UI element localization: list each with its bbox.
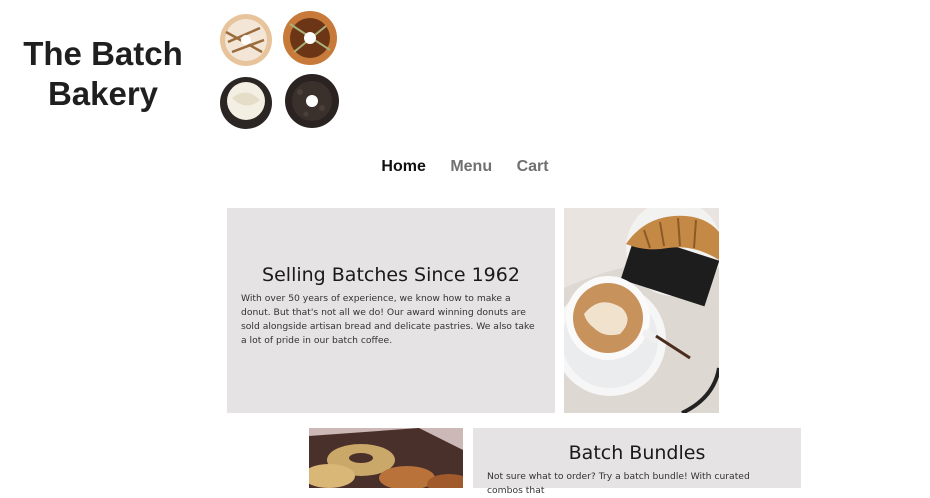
bundles-heading: Batch Bundles [568, 442, 706, 464]
brand-title: The Batch Bakery [23, 35, 183, 112]
coffee-croissant-photo [564, 208, 719, 413]
history-heading: Selling Batches Since 1962 [262, 264, 520, 286]
donuts-logo-image [220, 11, 339, 129]
donut-box-photo [309, 428, 463, 488]
nav-menu-link[interactable]: Menu [450, 158, 492, 176]
history-section: Selling Batches Since 1962 With over 50 … [227, 208, 555, 413]
donut-cream-icon [220, 77, 272, 129]
main-nav: Home Menu Cart [0, 158, 930, 176]
bundles-section: Batch Bundles Not sure what to order? Tr… [473, 428, 801, 496]
history-body: With over 50 years of experience, we kno… [241, 293, 535, 346]
nav-cart-link[interactable]: Cart [517, 158, 549, 176]
nav-home-link[interactable]: Home [381, 158, 425, 176]
donut-dark-crumb-icon [285, 74, 339, 128]
donut-drizzle-icon [220, 14, 272, 66]
donut-chocolate-ring-icon [283, 11, 337, 65]
bundles-body: Not sure what to order? Try a batch bund… [487, 471, 750, 496]
